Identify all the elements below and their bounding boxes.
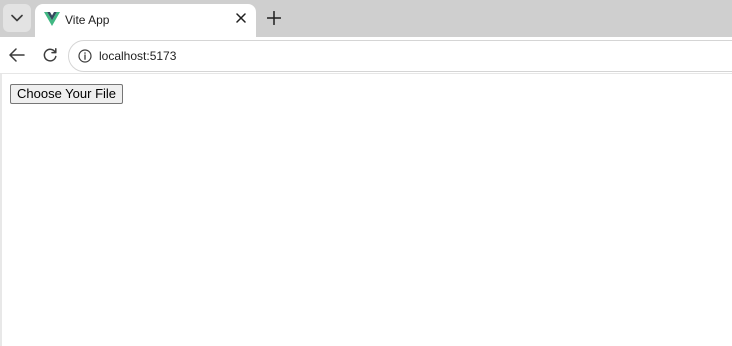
vue-logo-icon: [44, 12, 60, 26]
tab-search-button[interactable]: [3, 4, 31, 32]
arrow-left-icon: [9, 48, 25, 62]
tab-close-button[interactable]: [233, 10, 249, 26]
site-info-button[interactable]: [77, 48, 93, 64]
reload-icon: [43, 48, 57, 62]
chevron-down-icon: [11, 14, 23, 22]
url-text[interactable]: localhost:5173: [99, 48, 176, 64]
back-button[interactable]: [4, 42, 30, 68]
page-viewport: Choose Your File: [0, 74, 732, 346]
address-bar[interactable]: localhost:5173: [68, 40, 732, 72]
close-icon: [236, 13, 246, 23]
tab-strip: Vite App: [0, 0, 732, 37]
tab-vite-app[interactable]: Vite App: [35, 4, 256, 37]
choose-file-button[interactable]: Choose Your File: [10, 84, 124, 104]
tab-title: Vite App: [65, 13, 110, 27]
info-icon: [78, 49, 92, 63]
reload-button[interactable]: [37, 42, 63, 68]
plus-icon: [267, 11, 281, 25]
browser-window: Vite App localhost:5173 Choose Your File: [0, 0, 732, 346]
new-tab-button[interactable]: [262, 6, 286, 30]
browser-toolbar: localhost:5173: [0, 37, 732, 74]
